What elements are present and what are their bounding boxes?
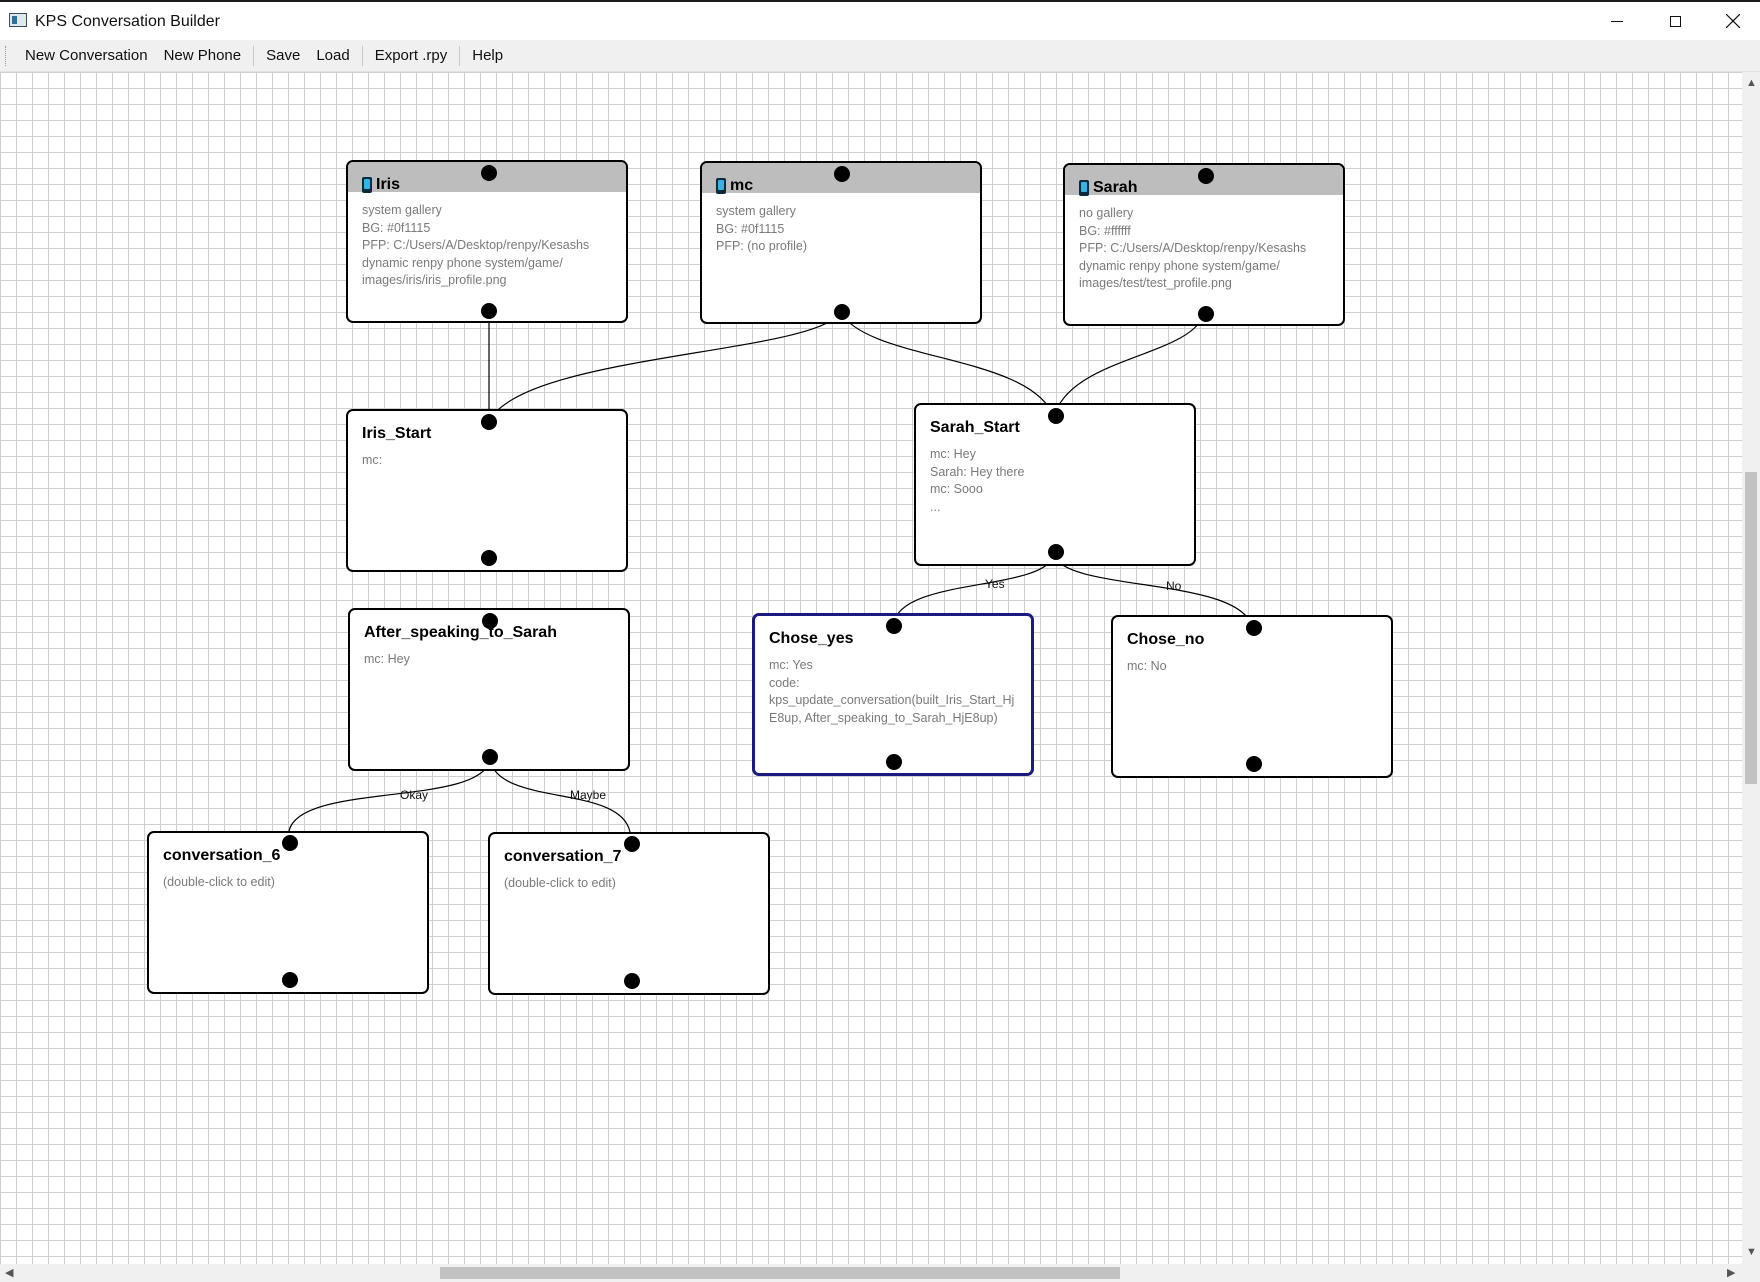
node-title: conversation_6 bbox=[163, 847, 281, 864]
scroll-left-icon[interactable]: ◀ bbox=[5, 1267, 13, 1279]
close-icon bbox=[1726, 14, 1740, 28]
node-details: system gallery BG: #0f1115 PFP: C:/Users… bbox=[362, 203, 590, 287]
node-title: After_speaking_to_Sarah bbox=[364, 624, 557, 641]
menu-separator bbox=[361, 45, 363, 66]
conversation-node-conversation-6[interactable]: conversation_6 (double-click to edit) bbox=[147, 831, 429, 994]
input-port[interactable] bbox=[1198, 168, 1214, 184]
scrollbar-corner bbox=[1742, 1264, 1760, 1282]
input-port[interactable] bbox=[624, 836, 640, 852]
input-port[interactable] bbox=[886, 618, 902, 634]
input-port[interactable] bbox=[1246, 620, 1262, 636]
node-details: (double-click to edit) bbox=[163, 875, 275, 889]
output-port[interactable] bbox=[1048, 544, 1064, 560]
phone-node-sarah[interactable]: Sarah no gallery BG: #ffffff PFP: C:/Use… bbox=[1063, 163, 1345, 326]
input-port[interactable] bbox=[834, 166, 850, 182]
toolbar-grip[interactable] bbox=[5, 45, 9, 66]
vertical-scroll-thumb[interactable] bbox=[1745, 472, 1757, 784]
edge-sarah-to-sarah-start[interactable] bbox=[1053, 313, 1205, 418]
node-title: mc bbox=[716, 177, 753, 195]
edge-mc-to-iris-start[interactable] bbox=[488, 311, 841, 423]
app-icon bbox=[9, 13, 27, 27]
output-port[interactable] bbox=[834, 304, 850, 320]
output-port[interactable] bbox=[482, 749, 498, 765]
conversation-node-conversation-7[interactable]: conversation_7 (double-click to edit) bbox=[488, 832, 770, 995]
node-title: conversation_7 bbox=[504, 848, 622, 865]
scroll-right-icon[interactable]: ▶ bbox=[1727, 1267, 1735, 1279]
save-button[interactable]: Save bbox=[258, 40, 308, 72]
node-title: Sarah bbox=[1079, 179, 1137, 197]
node-details: (double-click to edit) bbox=[504, 876, 616, 890]
input-port[interactable] bbox=[481, 165, 497, 181]
conversation-node-chose-no[interactable]: Chose_no mc: No bbox=[1111, 615, 1393, 778]
help-button[interactable]: Help bbox=[464, 40, 511, 72]
output-port[interactable] bbox=[1198, 306, 1214, 322]
conversation-node-chose-yes[interactable]: Chose_yes mc: Yes code: kps_update_conve… bbox=[752, 613, 1034, 776]
phone-name: Sarah bbox=[1093, 179, 1138, 196]
close-button[interactable] bbox=[1704, 2, 1760, 40]
window-title: KPS Conversation Builder bbox=[35, 13, 220, 30]
node-canvas[interactable]: Iris system gallery BG: #0f1115 PFP: C:/… bbox=[0, 72, 1742, 1264]
scroll-up-icon[interactable]: ▲ bbox=[1746, 77, 1757, 89]
phone-icon bbox=[716, 178, 726, 194]
new-phone-button[interactable]: New Phone bbox=[156, 40, 250, 72]
edge-mc-to-sarah-start[interactable] bbox=[839, 311, 1055, 418]
output-port[interactable] bbox=[481, 550, 497, 566]
conversation-node-iris-start[interactable]: Iris_Start mc: bbox=[346, 409, 628, 572]
phone-node-iris[interactable]: Iris system gallery BG: #0f1115 PFP: C:/… bbox=[346, 160, 628, 323]
node-title: Iris_Start bbox=[362, 425, 432, 442]
input-port[interactable] bbox=[1048, 408, 1064, 424]
conversation-node-after-speaking-to-sarah[interactable]: After_speaking_to_Sarah mc: Hey bbox=[348, 608, 630, 771]
phone-icon bbox=[1079, 180, 1089, 196]
edge-label-maybe: Maybe bbox=[570, 788, 607, 802]
output-port[interactable] bbox=[624, 973, 640, 989]
output-port[interactable] bbox=[886, 754, 902, 770]
edge-label-yes: Yes bbox=[985, 577, 1005, 591]
node-title: Iris bbox=[362, 176, 400, 194]
node-details: mc: Hey Sarah: Hey there mc: Sooo ... bbox=[930, 447, 1025, 514]
phone-name: Iris bbox=[376, 176, 401, 193]
horizontal-scroll-thumb[interactable] bbox=[440, 1267, 1120, 1279]
output-port[interactable] bbox=[282, 972, 298, 988]
menu-separator bbox=[459, 45, 461, 66]
output-port[interactable] bbox=[1246, 756, 1262, 772]
load-button[interactable]: Load bbox=[308, 40, 357, 72]
output-port[interactable] bbox=[481, 303, 497, 319]
scroll-down-icon[interactable]: ▼ bbox=[1746, 1246, 1757, 1258]
minimize-icon bbox=[1611, 20, 1623, 22]
menu-bar: New Conversation New Phone Save Load Exp… bbox=[0, 40, 1760, 72]
node-details: mc: Yes code: kps_update_conversation(bu… bbox=[769, 658, 1015, 725]
conversation-node-sarah-start[interactable]: Sarah_Start mc: Hey Sarah: Hey there mc:… bbox=[914, 403, 1196, 566]
maximize-icon bbox=[1669, 15, 1681, 27]
phone-name: mc bbox=[730, 177, 754, 194]
phone-node-mc[interactable]: mc system gallery BG: #0f1115 PFP: (no p… bbox=[700, 161, 982, 324]
node-details: mc: bbox=[362, 453, 383, 467]
input-port[interactable] bbox=[482, 613, 498, 629]
minimize-button[interactable] bbox=[1588, 2, 1646, 40]
title-bar: KPS Conversation Builder bbox=[0, 0, 1760, 40]
node-details: mc: No bbox=[1127, 659, 1167, 673]
edge-label-no: No bbox=[1166, 579, 1182, 593]
phone-icon bbox=[362, 177, 372, 193]
edge-label-okay: Okay bbox=[400, 788, 429, 802]
node-details: system gallery BG: #0f1115 PFP: (no prof… bbox=[716, 204, 808, 253]
input-port[interactable] bbox=[481, 414, 497, 430]
horizontal-scrollbar[interactable]: ◀ ▶ bbox=[0, 1264, 1742, 1282]
menu-separator bbox=[253, 45, 255, 66]
node-details: no gallery BG: #ffffff PFP: C:/Users/A/D… bbox=[1079, 206, 1307, 290]
new-conversation-button[interactable]: New Conversation bbox=[17, 40, 156, 72]
node-title: Sarah_Start bbox=[930, 419, 1020, 436]
node-title: Chose_no bbox=[1127, 631, 1205, 648]
input-port[interactable] bbox=[282, 835, 298, 851]
node-details: mc: Hey bbox=[364, 652, 410, 666]
export-rpy-button[interactable]: Export .rpy bbox=[367, 40, 456, 72]
vertical-scrollbar[interactable]: ▲ ▼ bbox=[1742, 72, 1760, 1264]
maximize-button[interactable] bbox=[1646, 2, 1704, 40]
node-title: Chose_yes bbox=[769, 630, 854, 647]
